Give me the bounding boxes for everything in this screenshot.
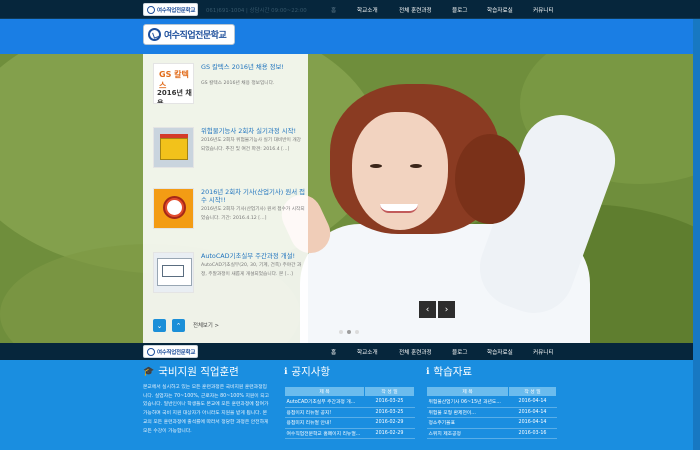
main-logo[interactable]: 여수직업전문학교 (143, 24, 235, 45)
slider-dot[interactable] (339, 330, 343, 334)
nav-home[interactable]: 홈 (331, 6, 336, 14)
nav-community[interactable]: 커뮤니티 (533, 6, 554, 14)
row-title[interactable]: 스위치 제조공정 (426, 428, 509, 440)
table-row[interactable]: 스위치 제조공정 2016-03-16 (426, 428, 557, 440)
logo-emblem-icon (148, 28, 161, 41)
slider-up-button[interactable]: ⌃ (172, 319, 185, 332)
chevron-left-icon: ‹ (425, 304, 430, 315)
notice-section: ℹ 공지사항 (284, 364, 330, 379)
table-row[interactable]: 위험물 모형 환제천이... 2016-04-14 (426, 407, 557, 419)
table-row[interactable]: 용접미지 리뉴얼 안내! 2016-02-29 (284, 417, 415, 429)
notice-title: 공지사항 (291, 366, 331, 378)
col-date: 작 성 일 (508, 386, 557, 397)
main-logo-text: 여수직업전문학교 (164, 31, 227, 41)
view-all-link[interactable]: 전체보기 > (193, 321, 219, 329)
slider-down-button[interactable]: ⌄ (153, 319, 166, 332)
info-circle-icon: ℹ (426, 366, 430, 377)
row-date: 2016-04-14 (508, 396, 557, 408)
row-title[interactable]: 위험물 모형 환제천이... (426, 407, 509, 419)
table-header: 제 목작 성 일 (426, 386, 557, 397)
row-date: 2016-03-25 (364, 407, 415, 419)
intro-heading: 🎓 국비지원 직업훈련 (143, 364, 239, 379)
table-row[interactable]: 위험물산업기사 06~15년 과년도... 2016-04-14 (426, 396, 557, 408)
nav-courses[interactable]: 전체 훈련과정 (399, 6, 432, 14)
chevron-up-icon: ⌃ (175, 321, 182, 330)
row-date: 2016-02-29 (364, 428, 415, 440)
nav-community[interactable]: 커뮤니티 (533, 348, 554, 356)
slider-dot[interactable] (355, 330, 359, 334)
row-title[interactable]: AutoCAD기초실무 주간과정 개... (284, 396, 365, 408)
notice-table: 제 목작 성 일 AutoCAD기초실무 주간과정 개... 2016-03-25… (284, 386, 415, 440)
slider-next-button[interactable]: › (438, 301, 455, 318)
news-desc: 2016년도 2회차 위험물기능사 실기 대비반이 개강되었습니다. 추진 및 … (201, 138, 301, 152)
intro-section: 🎓 국비지원 직업훈련 (143, 364, 239, 379)
col-title: 제 목 (426, 386, 509, 397)
thumb-caption: 2016년 채용 (157, 89, 192, 104)
news-desc: AutoCAD기초실무(20, 30, 기계, 건축) 주야간 과정, 주말과정… (201, 263, 302, 277)
intro-text: 본교에서 실시하고 있는 모든 훈련과정은 국비지원 훈련과정입니다. 실업자는… (143, 385, 270, 434)
chevron-down-icon: ⌄ (156, 321, 163, 330)
news-title[interactable]: 위험물기능사 2회차 실기과정 시작! (201, 127, 305, 135)
news-title[interactable]: 2016년 2회차 기사(산업기사) 원서 접수 시작!! (201, 188, 305, 204)
news-item[interactable]: AutoCAD기초실무 주간과정 개설! AutoCAD기초실무(20, 30,… (153, 252, 303, 302)
nav-blog[interactable]: 블로그 (452, 348, 467, 356)
materials-heading: ℹ 학습자료 (426, 364, 472, 379)
row-title[interactable]: 정소주기율표 (426, 417, 509, 429)
row-date: 2016-03-16 (508, 428, 557, 440)
nav-home[interactable]: 홈 (331, 348, 336, 356)
bottom-nav: 홈 학교소개 전체 훈련과정 블로그 학습자료실 커뮤니티 (0, 343, 700, 360)
materials-section: ℹ 학습자료 (426, 364, 472, 379)
slider-dot-active[interactable] (347, 330, 351, 334)
page-scrollbar[interactable] (693, 19, 700, 450)
nav-about[interactable]: 학교소개 (357, 6, 378, 14)
notice-heading: ℹ 공지사항 (284, 364, 330, 379)
news-item[interactable]: 위험물기능사 2회차 실기과정 시작! 2016년도 2회차 위험물기능사 실기… (153, 127, 303, 177)
graduation-cap-icon: 🎓 (143, 366, 155, 377)
materials-table: 제 목작 성 일 위험물산업기사 06~15년 과년도... 2016-04-14… (426, 386, 557, 440)
news-title[interactable]: GS 칼텍스 2016년 채용 정보! (201, 63, 305, 71)
header-banner (0, 19, 700, 54)
slider-prev-button[interactable]: ‹ (419, 301, 436, 318)
table-row[interactable]: 정소주기율표 2016-04-14 (426, 417, 557, 429)
materials-title: 학습자료 (433, 366, 473, 378)
row-date: 2016-04-14 (508, 407, 557, 419)
row-title[interactable]: 용접이지 리뉴얼 공지! (284, 407, 365, 419)
table-row[interactable]: 용접이지 리뉴얼 공지! 2016-03-25 (284, 407, 415, 419)
table-row[interactable]: AutoCAD기초실무 주간과정 개... 2016-03-25 (284, 396, 415, 408)
news-thumbnail: GS 칼텍스 2016년 채용 (153, 63, 194, 104)
nav-courses[interactable]: 전체 훈련과정 (399, 348, 432, 356)
row-date: 2016-04-14 (508, 417, 557, 429)
news-item[interactable]: GS 칼텍스 2016년 채용 GS 칼텍스 2016년 채용 정보! GS 칼… (153, 63, 303, 113)
row-title[interactable]: 용접미지 리뉴얼 안내! (284, 417, 365, 429)
col-title: 제 목 (284, 386, 365, 397)
row-title[interactable]: 위험물산업기사 06~15년 과년도... (426, 396, 509, 408)
nav-about[interactable]: 학교소개 (357, 348, 378, 356)
news-thumbnail (153, 252, 194, 293)
row-title[interactable]: 여수직업전문학교 홈페이지 리뉴얼... (284, 428, 365, 440)
nav-materials[interactable]: 학습자료실 (487, 6, 513, 14)
row-date: 2016-02-29 (364, 417, 415, 429)
table-row[interactable]: 여수직업전문학교 홈페이지 리뉴얼... 2016-02-29 (284, 428, 415, 440)
news-item[interactable]: 2016년 2회차 기사(산업기사) 원서 접수 시작!! 2016년도 2회차… (153, 188, 305, 238)
chevron-right-icon: › (444, 304, 449, 315)
hero-slider: GS 칼텍스 2016년 채용 GS 칼텍스 2016년 채용 정보! GS 칼… (0, 54, 700, 343)
col-date: 작 성 일 (364, 386, 415, 397)
nav-materials[interactable]: 학습자료실 (487, 348, 513, 356)
news-title[interactable]: AutoCAD기초실무 주간과정 개설! (201, 252, 305, 260)
info-circle-icon: ℹ (284, 366, 288, 377)
table-header: 제 목작 성 일 (284, 386, 415, 397)
news-desc: GS 칼텍스 2016년 채용 정보입니다. (201, 81, 275, 86)
intro-title: 국비지원 직업훈련 (158, 366, 239, 378)
news-thumbnail (153, 127, 194, 168)
row-date: 2016-03-25 (364, 396, 415, 408)
nav-blog[interactable]: 블로그 (452, 6, 467, 14)
news-panel: GS 칼텍스 2016년 채용 GS 칼텍스 2016년 채용 정보! GS 칼… (143, 54, 308, 343)
news-thumbnail (153, 188, 194, 229)
top-nav: 홈 학교소개 전체 훈련과정 블로그 학습자료실 커뮤니티 (0, 0, 700, 19)
news-desc: 2016년도 2회차 기사(산업기사) 원서 접수가 시작되었습니다. 기간: … (201, 207, 305, 221)
